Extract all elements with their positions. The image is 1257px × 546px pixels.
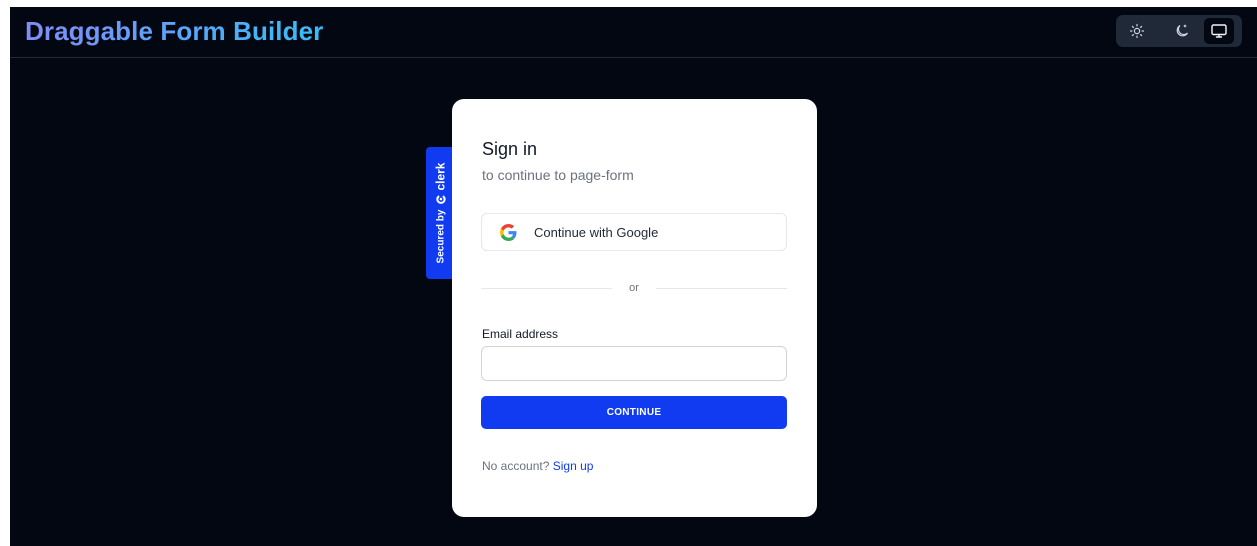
clerk-brand-label: clerk	[433, 162, 448, 191]
or-divider: or	[481, 280, 787, 296]
clerk-brand: clerk	[433, 163, 447, 205]
divider-line-right	[656, 287, 787, 289]
clerk-badge-content: Secured by clerk	[433, 163, 447, 264]
system-theme-button[interactable]	[1204, 18, 1234, 44]
sign-in-card: Sign in to continue to page-form Continu…	[452, 99, 817, 517]
sign-up-link[interactable]: Sign up	[553, 459, 594, 473]
theme-switcher	[1116, 15, 1242, 47]
divider-text: or	[629, 282, 639, 294]
email-label: Email address	[482, 327, 559, 341]
app-root: Draggable Form Builder Secured by clerk …	[10, 7, 1257, 546]
clerk-logo-icon	[435, 195, 445, 204]
sign-up-prompt: No account? Sign up	[482, 459, 593, 473]
secured-by-label: Secured by	[434, 209, 446, 264]
continue-with-google-button[interactable]: Continue with Google	[481, 213, 787, 251]
google-button-label: Continue with Google	[534, 224, 659, 240]
app-title[interactable]: Draggable Form Builder	[25, 16, 323, 47]
clerk-secured-badge[interactable]: Secured by clerk	[426, 147, 454, 279]
sun-icon	[1129, 23, 1145, 39]
dark-theme-button[interactable]	[1167, 18, 1197, 44]
divider-line-left	[481, 287, 612, 289]
email-input[interactable]	[481, 346, 787, 381]
top-bar: Draggable Form Builder	[10, 7, 1257, 58]
continue-button[interactable]: CONTINUE	[481, 396, 787, 429]
monitor-icon	[1210, 23, 1228, 39]
moon-icon	[1174, 23, 1190, 39]
light-theme-button[interactable]	[1122, 18, 1152, 44]
sign-in-title: Sign in	[482, 139, 538, 159]
no-account-text: No account?	[482, 459, 550, 473]
google-icon	[500, 223, 517, 241]
sign-in-subtitle: to continue to page-form	[482, 167, 634, 183]
